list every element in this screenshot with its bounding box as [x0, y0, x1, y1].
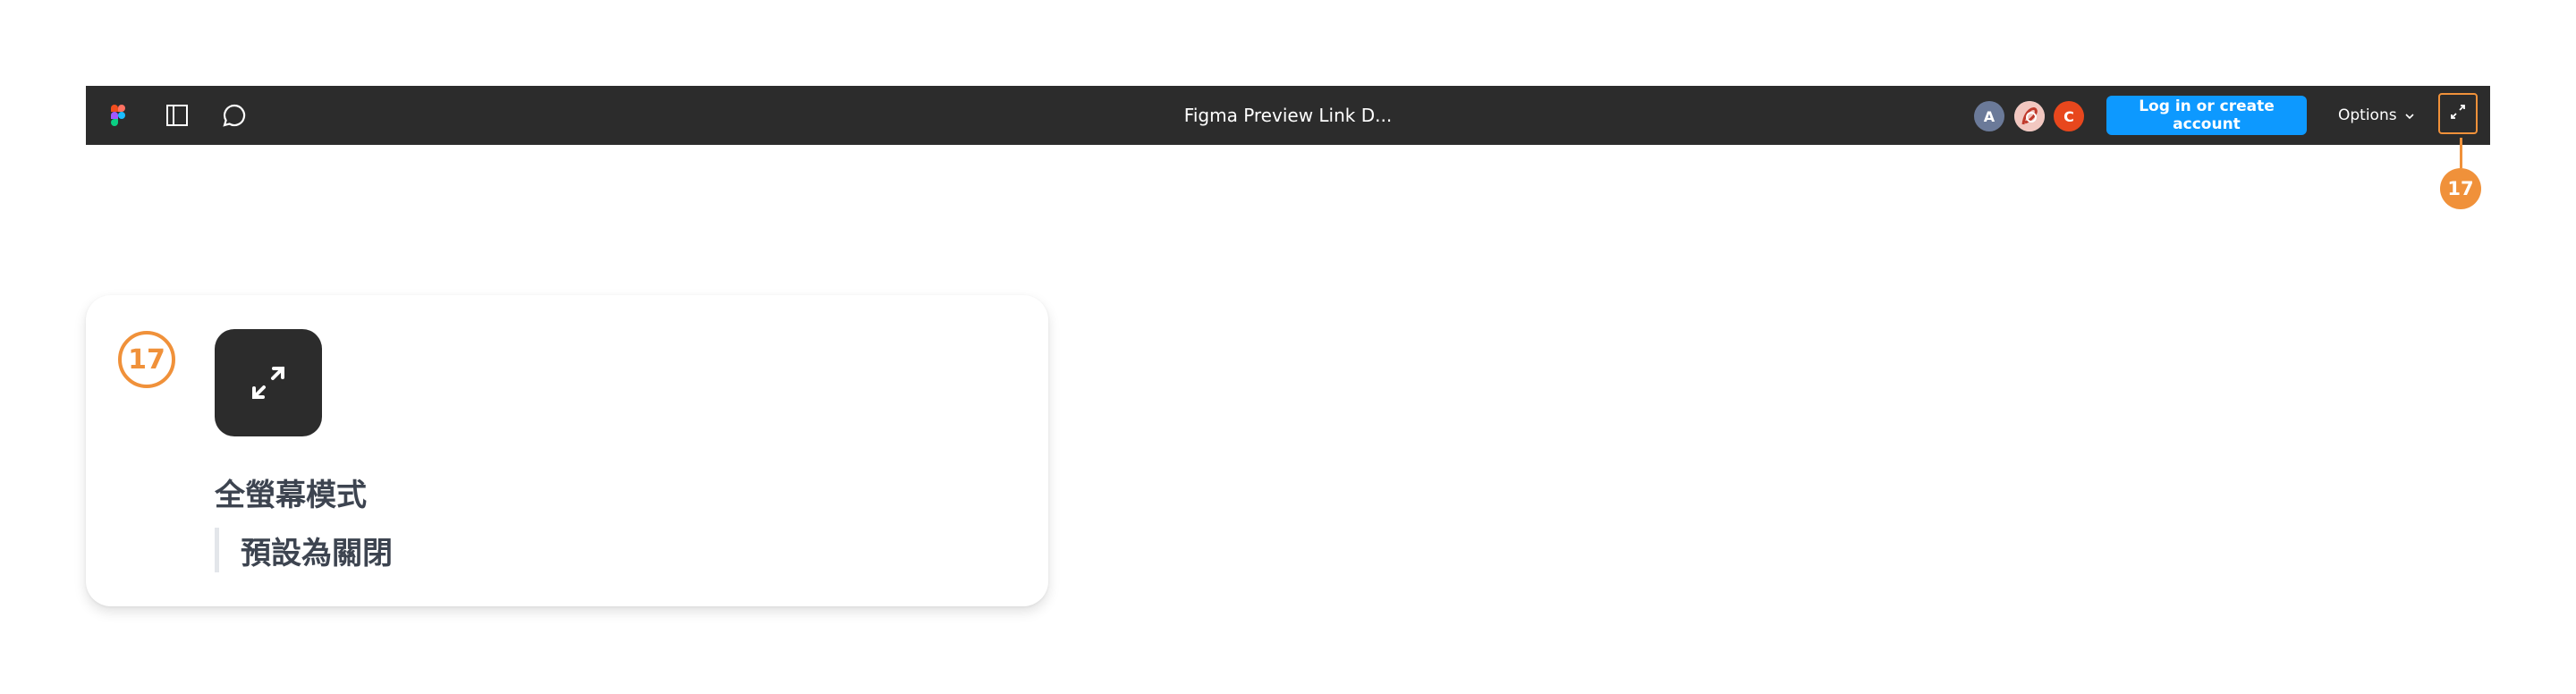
- options-menu[interactable]: Options: [2338, 86, 2415, 145]
- avatar-a-initial: A: [1983, 107, 1996, 125]
- card-title: 全螢幕模式: [215, 478, 367, 513]
- callout-connector: [2460, 138, 2462, 168]
- figma-logo-icon[interactable]: [104, 101, 132, 130]
- expand-icon: [2448, 102, 2468, 125]
- fullscreen-expand-icon: [215, 329, 322, 436]
- options-label: Options: [2338, 106, 2397, 124]
- fullscreen-toggle-button[interactable]: [2438, 93, 2478, 134]
- card-number-badge: 17: [118, 331, 175, 388]
- avatar-a[interactable]: A: [1974, 101, 2004, 131]
- figma-toolbar: Figma Preview Link D... A C Log in or cr…: [86, 86, 2490, 145]
- card-subtitle: 預設為關閉: [215, 528, 393, 572]
- avatar-c[interactable]: C: [2054, 101, 2084, 131]
- comment-icon[interactable]: [220, 101, 249, 130]
- chevron-down-icon: [2404, 106, 2415, 124]
- avatar-c-initial: C: [2063, 107, 2074, 125]
- sidebar-panel-icon[interactable]: [163, 101, 191, 130]
- callout-badge: 17: [2440, 168, 2481, 209]
- annotation-card: 17 全螢幕模式 預設為關閉: [86, 295, 1048, 606]
- avatar-user-photo[interactable]: [2014, 101, 2045, 131]
- login-button[interactable]: Log in or create account: [2106, 96, 2307, 135]
